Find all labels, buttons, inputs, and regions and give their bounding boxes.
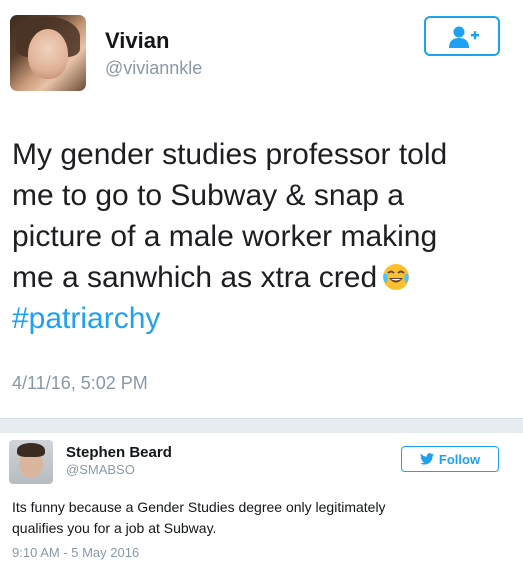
divider	[0, 418, 523, 433]
hashtag-link[interactable]: #patriarchy	[12, 298, 512, 339]
author-name[interactable]: Vivian	[105, 28, 169, 54]
tweet-text-line: me a sanwhich as xtra cred	[12, 257, 512, 298]
add-user-icon	[449, 26, 479, 48]
reply-avatar[interactable]	[9, 440, 53, 484]
reply-avatar-hair	[17, 443, 45, 457]
main-tweet: Vivian @viviannkle My gender studies pro…	[0, 0, 523, 418]
reply-author-name[interactable]: Stephen Beard	[66, 444, 172, 461]
reply-text: Its funny because a Gender Studies degre…	[12, 497, 512, 539]
face-with-tears-of-joy-icon	[383, 264, 410, 290]
tweet-text: My gender studies professor told me to g…	[12, 134, 512, 339]
author-handle[interactable]: @viviannkle	[105, 58, 202, 79]
reply-text-line: Its funny because a Gender Studies degre…	[12, 499, 386, 515]
tweet-text-line: picture of a male worker making	[12, 220, 438, 253]
tweet-screenshot: Vivian @viviannkle My gender studies pro…	[0, 0, 523, 578]
avatar-face	[28, 29, 68, 79]
tweet-text-line: me to go to Subway & snap a	[12, 179, 404, 212]
twitter-bird-icon	[419, 453, 434, 465]
tweet-text-line-content: me a sanwhich as xtra cred	[12, 261, 378, 294]
reply-author-handle[interactable]: @SMABSO	[66, 462, 135, 477]
reply-text-line: qualifies you for a job at Subway.	[12, 520, 217, 536]
reply-timestamp[interactable]: 9:10 AM - 5 May 2016	[12, 545, 139, 560]
tweet-text-line: My gender studies professor told	[12, 138, 448, 171]
avatar[interactable]	[10, 15, 86, 91]
reply-follow-button[interactable]: Follow	[401, 446, 499, 472]
follow-button[interactable]	[424, 16, 500, 56]
tweet-timestamp[interactable]: 4/11/16, 5:02 PM	[12, 373, 148, 394]
follow-label: Follow	[438, 451, 481, 467]
